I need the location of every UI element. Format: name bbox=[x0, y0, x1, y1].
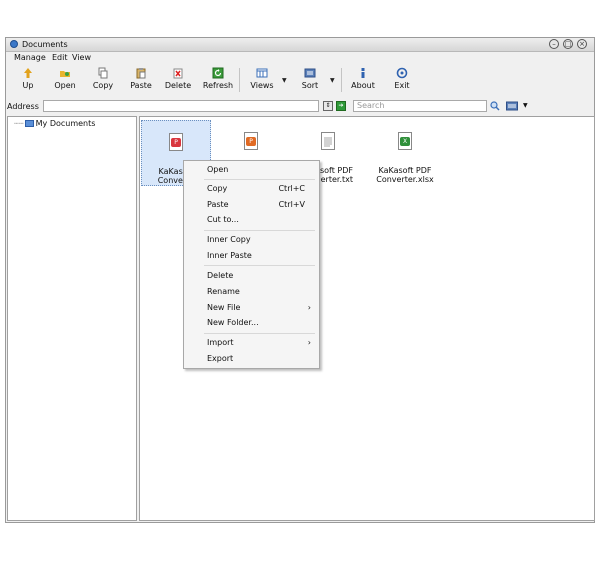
menu-item-new-file[interactable]: New File › bbox=[184, 301, 319, 315]
sort-icon bbox=[304, 68, 316, 78]
info-icon bbox=[361, 68, 365, 78]
menu-item-label: Export bbox=[207, 354, 234, 363]
folder-tree: ┄┄ My Documents bbox=[7, 116, 137, 521]
delete-button[interactable]: Delete bbox=[164, 67, 192, 93]
menu-item-inner-paste[interactable]: Inner Paste bbox=[184, 249, 319, 263]
menu-item-label: Copy bbox=[207, 184, 228, 193]
txt-icon bbox=[321, 132, 335, 150]
menu-item-export[interactable]: Export bbox=[184, 352, 319, 366]
menu-item-label: Inner Paste bbox=[207, 251, 252, 260]
menu-item-label: Open bbox=[207, 165, 229, 174]
delete-label: Delete bbox=[164, 81, 192, 90]
paste-button[interactable]: Paste bbox=[128, 67, 154, 93]
views-icon bbox=[256, 68, 268, 78]
menu-separator bbox=[204, 265, 315, 266]
context-menu: Open Copy Ctrl+C Paste Ctrl+V Cut to... In… bbox=[183, 160, 320, 369]
menu-edit[interactable]: Edit bbox=[52, 53, 68, 63]
copy-label: Copy bbox=[92, 81, 114, 90]
address-bar: Address ⇕ ➔ Search ▼ bbox=[6, 100, 594, 113]
menu-item-label: Paste bbox=[207, 200, 229, 209]
menu-shortcut: Ctrl+C bbox=[278, 184, 305, 193]
power-icon bbox=[396, 67, 408, 79]
menu-item-inner-copy[interactable]: Inner Copy bbox=[184, 233, 319, 247]
menu-separator bbox=[204, 230, 315, 231]
menu-item-paste[interactable]: Paste Ctrl+V bbox=[184, 198, 319, 212]
menu-bar: Manage Edit View bbox=[6, 52, 594, 64]
close-button[interactable]: × bbox=[577, 39, 587, 49]
views-dropdown-icon[interactable]: ▼ bbox=[282, 77, 287, 84]
minimize-button[interactable]: – bbox=[549, 39, 559, 49]
toolbar-separator bbox=[341, 68, 342, 92]
views-button[interactable]: Views bbox=[248, 67, 276, 93]
menu-item-new-folder[interactable]: New Folder... bbox=[184, 316, 319, 330]
menu-item-copy[interactable]: Copy Ctrl+C bbox=[184, 182, 319, 196]
up-button[interactable]: Up bbox=[18, 67, 38, 93]
submenu-arrow-icon: › bbox=[307, 303, 311, 312]
menu-item-label: Inner Copy bbox=[207, 235, 251, 244]
copy-button[interactable]: Copy bbox=[90, 67, 116, 93]
tree-item-my-documents[interactable]: ┄┄ My Documents bbox=[14, 119, 95, 129]
menu-item-import[interactable]: Import › bbox=[184, 336, 319, 350]
pdf-icon: P bbox=[169, 133, 183, 151]
tree-item-label: My Documents bbox=[35, 119, 96, 128]
menu-item-cut-to[interactable]: Cut to... bbox=[184, 213, 319, 227]
search-icon[interactable] bbox=[490, 101, 500, 111]
paste-label: Paste bbox=[130, 81, 152, 90]
tree-connector: ┄┄ bbox=[14, 119, 24, 128]
file-item-xlsx[interactable]: X KaKasoft PDF Converter.xlsx bbox=[370, 120, 440, 186]
sort-dropdown-icon[interactable]: ▼ bbox=[330, 77, 335, 84]
menu-separator bbox=[204, 333, 315, 334]
xlsx-icon: X bbox=[398, 132, 412, 150]
views-label: Views bbox=[250, 81, 274, 90]
toolbar-separator bbox=[239, 68, 240, 92]
refresh-button[interactable]: Refresh bbox=[202, 67, 234, 93]
submenu-arrow-icon: › bbox=[307, 338, 311, 347]
documents-folder-icon bbox=[24, 120, 34, 127]
copy-icon bbox=[98, 67, 108, 79]
menu-shortcut: Ctrl+V bbox=[278, 200, 305, 209]
about-button[interactable]: About bbox=[350, 67, 376, 93]
menu-item-label: Cut to... bbox=[207, 215, 239, 224]
toolbar: Up Open Copy Paste Delete Refresh Views … bbox=[6, 65, 594, 95]
go-arrow-icon[interactable]: ➔ bbox=[336, 101, 346, 111]
sort-button[interactable]: Sort bbox=[298, 67, 322, 93]
open-label: Open bbox=[54, 81, 76, 90]
address-label: Address bbox=[7, 102, 39, 111]
up-label: Up bbox=[22, 81, 34, 90]
menu-item-label: Delete bbox=[207, 271, 234, 280]
menu-item-label: Rename bbox=[207, 287, 240, 296]
menu-manage[interactable]: Manage bbox=[14, 53, 46, 63]
menu-separator bbox=[204, 179, 315, 180]
open-button[interactable]: Open bbox=[52, 67, 78, 93]
search-input[interactable]: Search bbox=[353, 100, 487, 112]
exit-label: Exit bbox=[394, 81, 410, 90]
address-input[interactable] bbox=[43, 100, 319, 112]
paste-icon bbox=[136, 68, 146, 79]
menu-item-delete[interactable]: Delete bbox=[184, 269, 319, 283]
file-name: KaKasoft PDF Converter.xlsx bbox=[376, 166, 434, 184]
about-label: About bbox=[351, 81, 375, 90]
menu-item-label: New File bbox=[207, 303, 241, 312]
menu-item-rename[interactable]: Rename bbox=[184, 285, 319, 299]
title-bar[interactable]: Documents – □ × bbox=[6, 38, 594, 52]
menu-view[interactable]: View bbox=[72, 53, 91, 63]
delete-icon bbox=[173, 68, 183, 79]
window-title: Documents bbox=[22, 40, 68, 49]
menu-item-label: New Folder... bbox=[207, 318, 259, 327]
maximize-button[interactable]: □ bbox=[563, 39, 573, 49]
refresh-label: Refresh bbox=[202, 81, 234, 90]
search-dropdown-icon[interactable]: ▼ bbox=[523, 102, 528, 109]
menu-item-label: Import bbox=[207, 338, 234, 347]
sort-label: Sort bbox=[301, 81, 319, 90]
app-icon bbox=[10, 40, 18, 48]
open-folder-icon bbox=[60, 71, 70, 77]
menu-item-open[interactable]: Open bbox=[184, 163, 319, 177]
address-dropdown-icon[interactable]: ⇕ bbox=[323, 101, 333, 111]
up-arrow-icon bbox=[24, 68, 32, 78]
refresh-icon bbox=[212, 67, 224, 79]
ppt-icon: P bbox=[244, 132, 258, 150]
search-options-icon[interactable] bbox=[506, 101, 518, 111]
exit-button[interactable]: Exit bbox=[391, 67, 413, 93]
